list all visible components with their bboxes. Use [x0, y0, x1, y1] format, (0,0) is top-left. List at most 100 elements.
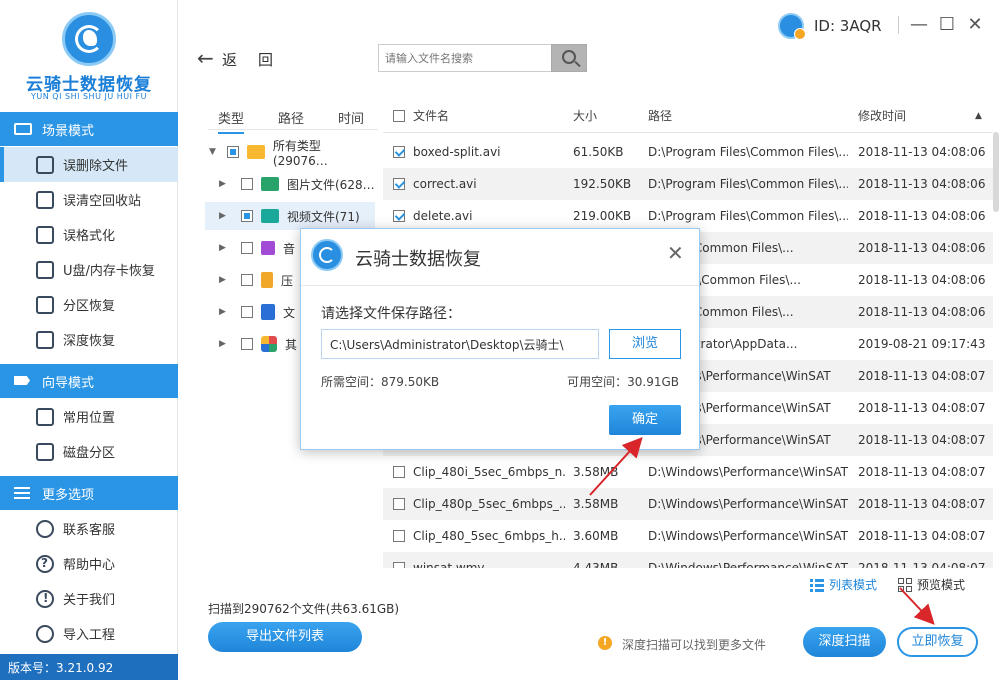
back-arrow-icon[interactable]: ←	[197, 46, 214, 70]
expand-down-icon[interactable]: ▼	[209, 147, 221, 157]
row-checkbox[interactable]	[393, 498, 405, 510]
nav-item-formatted[interactable]: 误格式化	[0, 217, 178, 252]
deep-scan-tip: 深度扫描可以找到更多文件	[622, 638, 767, 652]
tab-time[interactable]: 时间	[338, 108, 364, 127]
select-all-checkbox[interactable]	[393, 110, 405, 122]
nav-item-common-locations[interactable]: 常用位置	[0, 399, 178, 434]
cell-modified: 2018-11-13 04:08:06	[858, 241, 986, 255]
cell-path: D:\Program Files\Common Files\...	[648, 145, 848, 159]
table-row[interactable]: Clip_480p_5sec_6mbps_... 3.58MB D:\Windows…	[383, 488, 993, 520]
tree-label: 视频文件(71)	[287, 209, 360, 224]
row-checkbox[interactable]	[393, 466, 405, 478]
cell-modified: 2018-11-13 04:08:06	[858, 145, 986, 159]
nav-item-usb-card[interactable]: U盘/内存卡恢复	[0, 252, 178, 287]
nav-label: U盘/内存卡恢复	[63, 264, 155, 279]
table-row[interactable]: Clip_480i_5sec_6mbps_n... 3.58MB D:\Window…	[383, 456, 993, 488]
tree-row-videos[interactable]: ▶ 视频文件(71)	[205, 202, 375, 230]
expand-right-icon[interactable]: ▶	[219, 275, 231, 285]
table-row[interactable]: Clip_480_5sec_6mbps_h... 3.60MB D:\Windows…	[383, 520, 993, 552]
dialog-close-icon[interactable]: ✕	[667, 241, 684, 265]
expand-right-icon[interactable]: ▶	[219, 179, 231, 189]
cell-name: Clip_480_5sec_6mbps_h...	[413, 529, 565, 543]
row-checkbox[interactable]	[393, 210, 405, 222]
menu-icon	[14, 486, 34, 500]
expand-right-icon[interactable]: ▶	[219, 307, 231, 317]
up-button[interactable]: 回	[258, 49, 273, 70]
tab-type[interactable]: 类型	[218, 108, 245, 134]
dialog-logo-icon	[311, 239, 343, 271]
browse-button[interactable]: 浏览	[609, 329, 681, 359]
cell-name: correct.avi	[413, 177, 477, 191]
deep-recovery-icon	[36, 330, 54, 349]
search-input[interactable]	[378, 44, 552, 72]
section-title: 向导模式	[42, 375, 95, 391]
table-row[interactable]: boxed-split.avi 61.50KB D:\Program Files\C…	[383, 136, 993, 168]
tree-label: 压	[281, 273, 294, 288]
nav-item-help-center[interactable]: ? 帮助中心	[0, 546, 178, 581]
row-checkbox[interactable]	[393, 178, 405, 190]
minimize-icon[interactable]: —	[908, 14, 930, 36]
save-path-dialog: 云骑士数据恢复 ✕ 请选择文件保存路径： 浏览 所需空间：879.50KB 可用…	[300, 228, 700, 450]
tree-checkbox[interactable]	[241, 242, 253, 254]
nav-label: 误格式化	[63, 229, 116, 244]
logo-subtitle: YUN QI SHI SHU JU HUI FU	[31, 92, 147, 101]
nav-item-partition[interactable]: 分区恢复	[0, 287, 178, 322]
list-mode-toggle[interactable]: 列表模式	[810, 576, 877, 593]
cell-size: 4.43MB	[573, 561, 619, 568]
preview-mode-toggle[interactable]: 预览模式	[898, 576, 965, 593]
search-button[interactable]	[551, 44, 587, 72]
tree-checkbox[interactable]	[241, 210, 253, 222]
section-header-guide-mode[interactable]: 向导模式	[0, 364, 178, 398]
tree-row-images[interactable]: ▶ 图片文件(628…	[205, 170, 375, 198]
cell-size: 3.60MB	[573, 529, 619, 543]
nav-item-import-project[interactable]: 导入工程	[0, 616, 178, 651]
nav-item-deleted-files[interactable]: 误删除文件	[0, 147, 178, 182]
row-checkbox[interactable]	[393, 146, 405, 158]
cell-path: D:\Windows\Performance\WinSAT	[648, 497, 848, 511]
tab-path[interactable]: 路径	[278, 108, 304, 127]
row-checkbox[interactable]	[393, 562, 405, 568]
column-header-size[interactable]: 大小	[573, 100, 597, 132]
expand-right-icon[interactable]: ▶	[219, 339, 231, 349]
header-divider	[383, 132, 993, 133]
cell-size: 192.50KB	[573, 177, 632, 191]
column-header-path[interactable]: 路径	[648, 100, 672, 132]
tree-checkbox[interactable]	[241, 338, 253, 350]
cell-path: D:\Windows\Performance\WinSAT	[648, 465, 848, 479]
table-row[interactable]: winsat.wmv 4.43MB D:\Windows\Performance\W…	[383, 552, 993, 568]
tree-checkbox[interactable]	[226, 146, 239, 158]
user-id-box[interactable]: ID: 3AQR	[778, 13, 882, 40]
cell-modified: 2018-11-13 04:08:07	[858, 433, 986, 447]
confirm-button[interactable]: 确定	[609, 405, 681, 435]
cell-modified: 2018-11-13 04:08:07	[858, 369, 986, 383]
nav-item-recycle-bin[interactable]: 误清空回收站	[0, 182, 178, 217]
column-header-name[interactable]: 文件名	[413, 100, 449, 132]
row-checkbox[interactable]	[393, 530, 405, 542]
nav-item-about-us[interactable]: ! 关于我们	[0, 581, 178, 616]
tree-checkbox[interactable]	[241, 306, 253, 318]
column-header-modified[interactable]: 修改时间	[858, 100, 906, 132]
nav-item-disk-partition[interactable]: 磁盘分区	[0, 434, 178, 469]
sort-ascending-icon[interactable]: ▲	[975, 100, 982, 132]
tree-checkbox[interactable]	[241, 274, 253, 286]
section-header-scene-mode[interactable]: 场景模式	[0, 112, 178, 146]
expand-right-icon[interactable]: ▶	[219, 243, 231, 253]
tree-row-all-types[interactable]: ▼ 所有类型(29076…	[205, 138, 375, 168]
tree-checkbox[interactable]	[241, 178, 253, 190]
expand-right-icon[interactable]: ▶	[219, 211, 231, 221]
close-icon[interactable]: ✕	[964, 14, 986, 36]
recover-now-button[interactable]: 立即恢复	[897, 627, 978, 657]
deep-scan-button[interactable]: 深度扫描	[803, 627, 886, 657]
section-header-more-options[interactable]: 更多选项	[0, 476, 178, 510]
export-file-list-button[interactable]: 导出文件列表	[208, 622, 362, 652]
nav-item-contact-support[interactable]: 联系客服	[0, 511, 178, 546]
save-path-input[interactable]	[321, 329, 599, 359]
list-mode-label: 列表模式	[829, 578, 878, 592]
maximize-icon[interactable]: ☐	[936, 14, 958, 36]
cell-modified: 2018-11-13 04:08:07	[858, 497, 986, 511]
cell-name: Clip_480i_5sec_6mbps_n...	[413, 465, 565, 479]
table-row[interactable]: correct.avi 192.50KB D:\Program Files\Comm…	[383, 168, 993, 200]
back-button[interactable]: 返	[222, 49, 237, 70]
table-scrollbar[interactable]	[993, 132, 999, 212]
nav-item-deep-recovery[interactable]: 深度恢复	[0, 322, 178, 357]
